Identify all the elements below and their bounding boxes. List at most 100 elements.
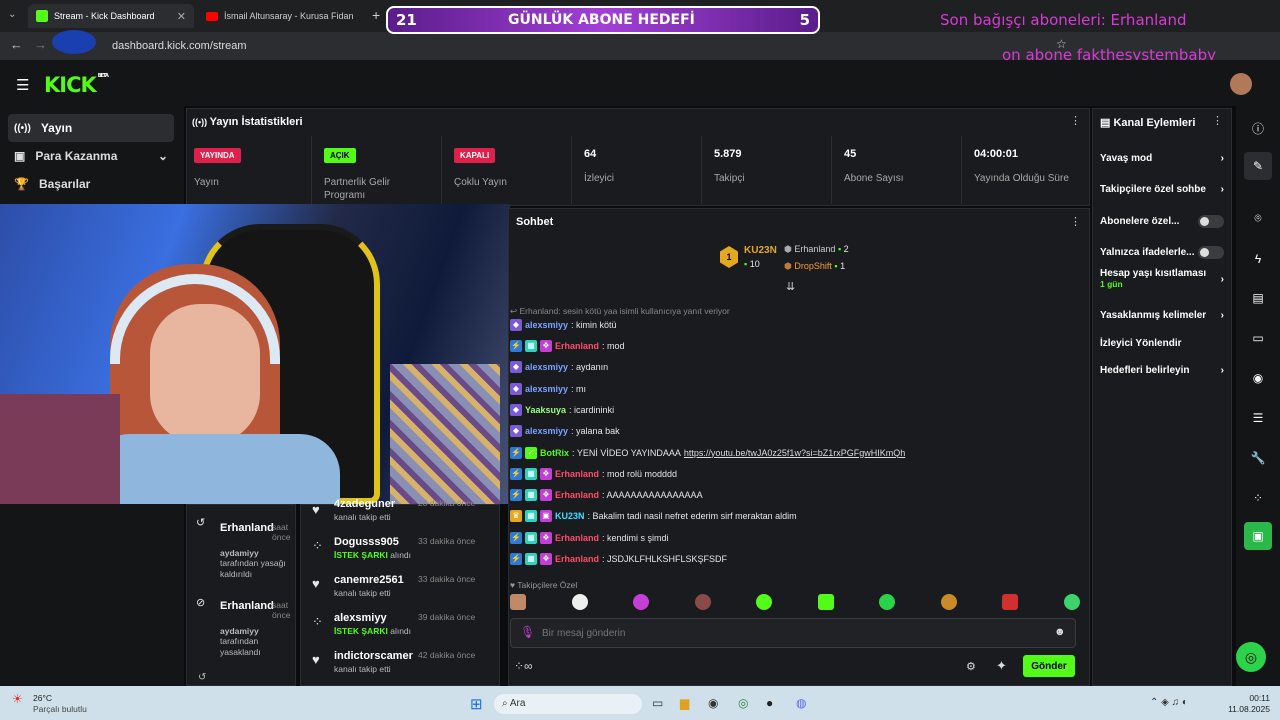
obs-icon[interactable]: ◉ (708, 696, 718, 710)
action-goals[interactable]: Hedefleri belirleyin › (1100, 359, 1224, 381)
chat-message: ⚡ ▦ ❖ Erhanland: AAAAAAAAAAAAAAAA (510, 486, 703, 504)
app-icon[interactable]: ▣ (1244, 522, 1272, 550)
stat-label: Yayında Olduğu Süre (974, 173, 1069, 184)
stats-title-text: Yayın İstatistikleri (209, 116, 303, 128)
sidebar-item-basarilar[interactable]: 🏆 Başarılar (8, 170, 174, 198)
emote-icon[interactable] (817, 594, 834, 610)
send-button[interactable]: Gönder (1023, 655, 1075, 677)
close-icon[interactable]: ✕ (177, 10, 186, 23)
url-field[interactable]: dashboard.kick.com/stream (100, 36, 1080, 56)
activity-item: ♥ indictorscamer 42 dakika önce kanalı t… (312, 648, 492, 680)
heart-icon: ♥ (312, 652, 320, 667)
mod-log-name: Erhanland (220, 600, 274, 612)
chat-title: Sohbet (516, 216, 554, 228)
chevron-down-icon: ⌄ (157, 149, 168, 163)
gift-icon[interactable]: ✦ (996, 658, 1007, 674)
chat-username[interactable]: Erhanland (555, 490, 599, 500)
taskbar-search[interactable]: ⌕ Ara (494, 694, 642, 714)
folder-icon[interactable]: ▆ (680, 696, 689, 710)
tab-kick-dashboard[interactable]: Stream - Kick Dashboard ✕ (28, 4, 194, 28)
menu-icon[interactable]: ☰ (16, 76, 29, 94)
chat-icon[interactable]: ▭ (1244, 324, 1272, 352)
chat-text: : Bakalim tadi nasil nefret ederim sirf … (587, 511, 797, 522)
rank-second-icon: ⬢ (784, 244, 792, 254)
activity-time: 28 dakika önce (418, 498, 476, 508)
more-options-icon[interactable]: ⋮ (1070, 215, 1081, 228)
github-icon[interactable]: ● (766, 696, 773, 710)
toggle-switch[interactable] (1198, 214, 1224, 228)
emote-icon[interactable] (694, 594, 711, 610)
sidebar-item-yayin[interactable]: ((•)) Yayın (8, 114, 174, 142)
chat-username[interactable]: KU23N (555, 511, 585, 521)
chat-username[interactable]: alexsmiyy (525, 384, 568, 394)
info-icon[interactable]: ⓘ (1244, 114, 1272, 142)
user-badge-icon: ◆ (510, 403, 522, 416)
gear-icon[interactable]: ⚙ (966, 660, 976, 673)
chat-username[interactable]: Erhanland (555, 469, 599, 479)
kick-points-icon[interactable]: ⁘ (1244, 484, 1272, 512)
chat-message-input[interactable] (542, 622, 1042, 644)
emote-icon[interactable] (633, 594, 650, 610)
emote-icon[interactable] (940, 594, 957, 610)
emote-icon[interactable] (756, 594, 773, 610)
chat-username[interactable]: alexsmiyy (525, 426, 568, 436)
back-icon[interactable]: ← (10, 37, 23, 52)
chrome-icon[interactable]: ◎ (738, 696, 748, 710)
discord-icon[interactable]: ◍ (796, 696, 806, 710)
start-icon[interactable]: ⊞ (470, 695, 483, 713)
chat-username[interactable]: Erhanland (555, 533, 599, 543)
rank-third-icon: ⬢ (784, 261, 792, 271)
user-badge-icon: ♛ (510, 510, 522, 523)
action-slow-mode[interactable]: Yavaş mod › (1100, 147, 1224, 169)
stat-coklu-yayin: KAPALI Çoklu Yayın (446, 136, 572, 204)
toggle-switch[interactable] (1198, 245, 1224, 259)
lightning-icon[interactable]: ϟ (1244, 245, 1272, 273)
more-options-icon[interactable]: ⋮ (1070, 114, 1081, 127)
sidebar-item-label: Yayın (40, 121, 73, 135)
tab-youtube[interactable]: İsmail Altunsaray - Kurusa Fidanın (198, 4, 364, 28)
camera-icon[interactable]: ⌾ (1244, 204, 1272, 232)
layout-icon[interactable]: ☰ (1244, 404, 1272, 432)
new-tab-icon[interactable]: + (372, 7, 380, 23)
chat-username[interactable]: BotRix (540, 448, 569, 458)
sidebar-item-para-kazanma[interactable]: ▣ Para Kazanma ⌄ (8, 142, 174, 170)
pencil-icon[interactable]: ✎ (1244, 152, 1272, 180)
emoji-icon[interactable]: ☻ (1054, 626, 1066, 638)
emote-icon[interactable] (1063, 594, 1080, 610)
action-followers-only[interactable]: Takipçilere özel sohbe › (1100, 178, 1224, 200)
more-options-icon[interactable]: ⋮ (1212, 114, 1223, 127)
broadcast-icon[interactable]: ◉ (1244, 364, 1272, 392)
emote-icon[interactable] (879, 594, 896, 610)
action-account-age[interactable]: Hesap yaşı kısıtlaması 1 gün › (1100, 268, 1224, 298)
chat-username[interactable]: Erhanland (555, 341, 599, 351)
emote-icon[interactable] (1002, 594, 1019, 610)
task-view-icon[interactable]: ▭ (652, 696, 663, 710)
action-subscribers-only[interactable]: Abonelere özel... (1100, 210, 1224, 232)
action-emotes-only[interactable]: Yalnızca ifadelerle... (1100, 241, 1224, 263)
clipboard-icon[interactable]: ▤ (1244, 284, 1272, 312)
tray-icons[interactable]: ⌃ ◈ ♫ ◐ (1150, 697, 1188, 708)
chat-text: : mı (571, 383, 587, 394)
forward-icon[interactable]: → (34, 37, 47, 52)
emote-icon[interactable] (571, 594, 588, 610)
action-host[interactable]: İzleyici Yönlendir (1100, 332, 1224, 354)
kick-logo[interactable]: KICK BETA (44, 73, 109, 97)
kick-points-icon[interactable]: ⁘∞ (514, 659, 533, 673)
tab-list-icon[interactable]: ⌄ (8, 9, 16, 20)
mod-log-text: tarafından yasaklandı (220, 636, 261, 657)
chat-username[interactable]: Yaaksuya (525, 405, 566, 415)
chat-link[interactable]: https://youtu.be/twJA0z25f1w?si=bZ1rxPGF… (684, 448, 905, 458)
chat-username[interactable]: alexsmiyy (525, 362, 568, 372)
support-chat-icon[interactable]: ◎ (1236, 642, 1266, 672)
chat-username[interactable]: Erhanland (555, 554, 599, 564)
poster-wall (390, 364, 500, 504)
scroll-down-icon[interactable]: ⇊ (786, 280, 795, 293)
microphone-icon[interactable]: 🎙 (520, 625, 535, 639)
activity-text: kanalı takip etti (334, 664, 391, 674)
chevron-right-icon: › (1220, 274, 1224, 285)
avatar[interactable] (1230, 73, 1252, 95)
action-banned-words[interactable]: Yasaklanmış kelimeler › (1100, 304, 1224, 326)
wrench-icon[interactable]: 🔧 (1244, 444, 1272, 472)
chat-username[interactable]: alexsmiyy (525, 320, 568, 330)
emote-icon[interactable] (510, 594, 526, 610)
